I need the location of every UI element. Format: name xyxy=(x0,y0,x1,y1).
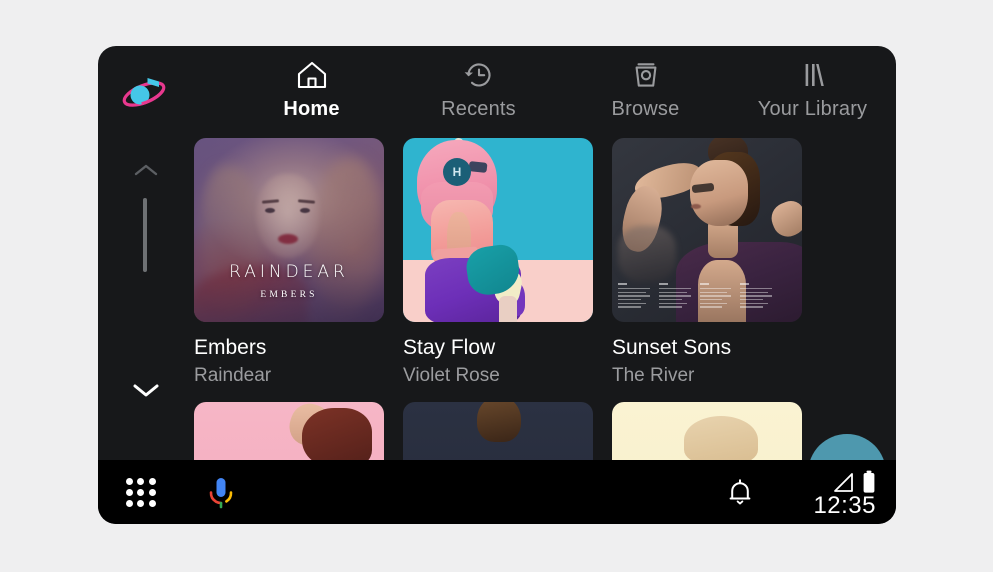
album-art-embers: RAINDEAR EMBERS xyxy=(194,138,384,322)
album-art-sunset-sons xyxy=(612,138,802,322)
media-card-title: Embers xyxy=(194,336,267,359)
nav-item-home[interactable]: Home xyxy=(228,58,395,138)
nav-label-recents: Recents xyxy=(441,98,516,120)
chevron-up-icon[interactable] xyxy=(126,158,166,182)
album-art-row2-2 xyxy=(403,402,593,460)
system-status-bar: 12:35 xyxy=(98,460,896,524)
media-card-title: Sunset Sons xyxy=(612,336,732,359)
nav-label-home: Home xyxy=(283,98,340,120)
media-card-subtitle: Raindear xyxy=(194,365,272,386)
screen-root: Home Recents Browse Your Library RAINDEA… xyxy=(0,0,993,572)
library-bars-icon xyxy=(797,58,829,92)
crate-icon xyxy=(630,58,662,92)
album-art-row2-3 xyxy=(612,402,802,460)
bell-icon[interactable] xyxy=(724,476,756,508)
media-card-row2-3[interactable] xyxy=(612,402,802,460)
media-grid: RAINDEAR EMBERS Embers Raindear H Stay F… xyxy=(194,138,802,460)
home-icon xyxy=(296,58,328,92)
media-card-subtitle: The River xyxy=(612,365,695,386)
nav-item-recents[interactable]: Recents xyxy=(395,58,562,138)
chevron-down-icon[interactable] xyxy=(126,378,166,402)
media-card-row2-1[interactable] xyxy=(194,402,384,460)
media-card-subtitle: Violet Rose xyxy=(403,365,500,386)
nav-item-your-library[interactable]: Your Library xyxy=(729,58,896,138)
media-card-stay-flow[interactable]: H Stay Flow Violet Rose xyxy=(403,138,593,387)
system-clock: 12:35 xyxy=(813,492,876,519)
nav-item-browse[interactable]: Browse xyxy=(562,58,729,138)
media-card-sunset-sons[interactable]: Sunset Sons The River xyxy=(612,138,802,387)
album-art-text-columns xyxy=(618,282,772,310)
album-overlay-title: RAINDEAR xyxy=(229,262,349,282)
car-display-panel: Home Recents Browse Your Library RAINDEA… xyxy=(98,46,896,524)
media-card-embers[interactable]: RAINDEAR EMBERS Embers Raindear xyxy=(194,138,384,387)
media-card-title: Stay Flow xyxy=(403,336,496,359)
headphone-brand-mark: H xyxy=(443,158,471,186)
app-grid-icon[interactable] xyxy=(126,478,156,507)
media-grid-scroll-area[interactable]: RAINDEAR EMBERS Embers Raindear H Stay F… xyxy=(194,138,896,460)
scroll-rail xyxy=(98,138,194,458)
assistant-mic-icon[interactable] xyxy=(203,474,239,510)
scrollbar-thumb[interactable] xyxy=(143,198,147,272)
media-card-row2-2[interactable] xyxy=(403,402,593,460)
nav-label-your-library: Your Library xyxy=(757,98,868,120)
nav-label-browse: Browse xyxy=(611,98,680,120)
album-overlay-subtitle: EMBERS xyxy=(260,290,318,300)
history-icon xyxy=(463,58,495,92)
album-art-stay-flow: H xyxy=(403,138,593,322)
music-orbit-logo[interactable] xyxy=(120,66,168,114)
top-navigation-bar: Home Recents Browse Your Library xyxy=(98,46,896,138)
nav-items: Home Recents Browse Your Library xyxy=(228,58,896,138)
album-art-row2-1 xyxy=(194,402,384,460)
